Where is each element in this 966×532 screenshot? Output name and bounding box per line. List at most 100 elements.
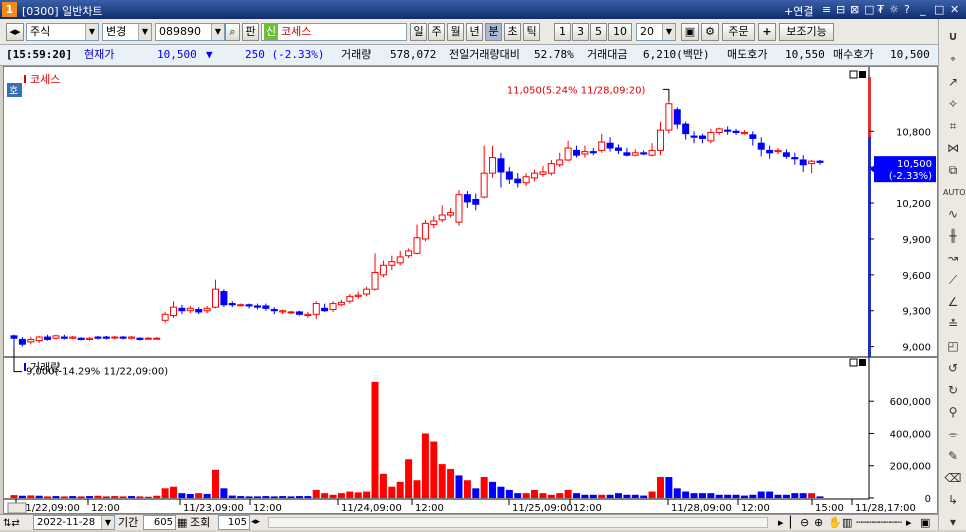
candle-body: [363, 288, 371, 295]
grid-icon[interactable]: ▥: [842, 515, 852, 530]
period-tool-icon[interactable]: ⋈: [943, 139, 963, 158]
scroll-end-icon[interactable]: ▏: [790, 515, 798, 530]
price-scroll-thumb[interactable]: [868, 77, 871, 137]
panel-restore-icon[interactable]: [849, 70, 858, 79]
volume-bar: [505, 489, 513, 498]
cycle-tool-icon[interactable]: ⧉: [943, 161, 963, 180]
pen-icon[interactable]: ✎: [943, 447, 963, 466]
period-button[interactable]: 초: [504, 23, 521, 41]
search-icon[interactable]: ⌕: [225, 23, 240, 41]
period-button[interactable]: 일: [410, 23, 427, 41]
market-select[interactable]: 주식 ▼: [26, 23, 99, 41]
minimize-icon[interactable]: _: [920, 3, 926, 16]
cross-tool-icon[interactable]: ✧: [943, 95, 963, 114]
date-select[interactable]: 2022-11-28 ▼: [33, 515, 115, 530]
window-icon[interactable]: □: [864, 3, 874, 16]
prev-next-icon[interactable]: ◂▸: [6, 23, 24, 41]
zoom-in-icon[interactable]: ⊕: [814, 515, 823, 530]
interval-value: 20: [640, 25, 654, 38]
maximize-icon[interactable]: □: [934, 3, 944, 16]
interval-button[interactable]: 1: [554, 23, 571, 41]
zoom-slider[interactable]: ┄┄┄┄┄┄┄┄: [856, 515, 902, 530]
zoom-out-icon[interactable]: ⊖: [800, 515, 809, 530]
query-icon[interactable]: ▦: [177, 515, 187, 530]
expand-icon[interactable]: ▾: [943, 513, 963, 532]
volume-bar: [287, 496, 295, 498]
volume-bar: [44, 496, 52, 498]
panel-close-icon[interactable]: [859, 71, 866, 78]
query-input[interactable]: 105: [218, 515, 250, 530]
save-icon[interactable]: ▣: [681, 23, 699, 41]
pin-icon[interactable]: ₮: [877, 3, 884, 16]
candle-body: [816, 160, 824, 163]
volume-bar: [337, 493, 345, 498]
period-button[interactable]: 월: [447, 23, 464, 41]
collapse-icon[interactable]: ∪: [943, 27, 963, 46]
redo-icon[interactable]: ↻: [943, 381, 963, 400]
menu-icon[interactable]: ≡: [822, 3, 831, 16]
line-tool-icon[interactable]: ↗: [943, 73, 963, 92]
hand-icon[interactable]: ✋: [828, 515, 842, 530]
panel-close-icon[interactable]: [859, 359, 866, 366]
pan-button[interactable]: 판: [242, 23, 259, 41]
chevron-down-icon[interactable]: ▼: [85, 24, 98, 40]
chart-svg[interactable]: 호 코세스 거래량 10,80010,50010,2009,9009,6009,…: [4, 67, 937, 514]
code-input[interactable]: 089890 ▼: [155, 23, 225, 41]
scroll-right-icon[interactable]: ▸: [778, 515, 784, 530]
eraser-icon[interactable]: ⌫: [943, 469, 963, 488]
period-button[interactable]: 년: [466, 23, 483, 41]
link-control[interactable]: +연결: [784, 3, 813, 19]
zoom-icon[interactable]: ⚲: [943, 403, 963, 422]
wave-tool-icon[interactable]: ∿: [943, 205, 963, 224]
end-icon[interactable]: ▸: [906, 515, 912, 530]
reset-icon[interactable]: ▣: [920, 515, 930, 530]
help-icon[interactable]: ?: [904, 3, 910, 16]
close-icon[interactable]: ✕: [950, 3, 959, 16]
candle-body: [430, 220, 438, 226]
interval-input[interactable]: 20 ▼: [636, 23, 676, 41]
candle-tool-icon[interactable]: ╫: [943, 227, 963, 246]
stepper-icon[interactable]: ◂▸: [251, 515, 260, 530]
add-icon[interactable]: +: [758, 23, 776, 41]
split-icon[interactable]: ⊠: [850, 3, 859, 16]
chevron-down-icon[interactable]: ▼: [662, 24, 675, 40]
chart-area[interactable]: 호 코세스 거래량 10,80010,50010,2009,9009,6009,…: [3, 66, 938, 514]
side-badge[interactable]: 호: [9, 85, 18, 97]
angle-tool-icon[interactable]: ∠: [943, 293, 963, 312]
chevron-down-icon[interactable]: ▼: [138, 24, 151, 40]
fibo-tool-icon[interactable]: ⌗: [943, 117, 963, 136]
box-tool-icon[interactable]: ◰: [943, 337, 963, 356]
period-input[interactable]: 605: [143, 515, 176, 530]
interval-button[interactable]: 5: [590, 23, 607, 41]
settings-icon[interactable]: ☼: [889, 3, 899, 16]
period-button[interactable]: 주: [428, 23, 445, 41]
chevron-down-icon[interactable]: ▼: [101, 516, 114, 529]
interval-button[interactable]: 3: [572, 23, 589, 41]
auto-trend-icon[interactable]: AUTO: [943, 183, 966, 202]
period-button[interactable]: 틱: [523, 23, 540, 41]
panel-restore-icon[interactable]: [849, 358, 858, 367]
layout-icon[interactable]: ⊟: [836, 3, 845, 16]
bottom-bar: ⇅⇄ 2022-11-28 ▼ 기간 605 ▦ 조회 105 ◂▸ ▸ ▏ ⊖ …: [0, 514, 938, 530]
angle-icon[interactable]: ↳: [943, 491, 963, 510]
volume-bar: [531, 489, 539, 498]
order-button[interactable]: 주문: [722, 23, 755, 41]
volume-bar: [766, 491, 774, 498]
trend-tool-icon[interactable]: ↝: [943, 249, 963, 268]
volume-bar: [438, 464, 446, 498]
channel-tool-icon[interactable]: ⟋: [943, 271, 963, 290]
horizontal-scrollbar[interactable]: [268, 517, 768, 528]
period-button[interactable]: 분: [485, 23, 502, 41]
aux-function-button[interactable]: 보조기능: [779, 23, 834, 41]
draw-icon[interactable]: ⇅⇄: [3, 516, 31, 529]
gear-icon[interactable]: ⚙: [701, 23, 719, 41]
undo-icon[interactable]: ↺: [943, 359, 963, 378]
change-select[interactable]: 변경 ▼: [102, 23, 152, 41]
stock-name-field[interactable]: 신 코세스: [261, 23, 407, 41]
stack-tool-icon[interactable]: ≛: [943, 315, 963, 334]
chevron-down-icon[interactable]: ▼: [211, 24, 224, 40]
interval-button[interactable]: 10: [608, 23, 632, 41]
scroll-left-icon[interactable]: [7, 502, 27, 514]
tool-icon[interactable]: ⌖: [943, 51, 963, 70]
measure-icon[interactable]: ⌯: [943, 425, 963, 444]
